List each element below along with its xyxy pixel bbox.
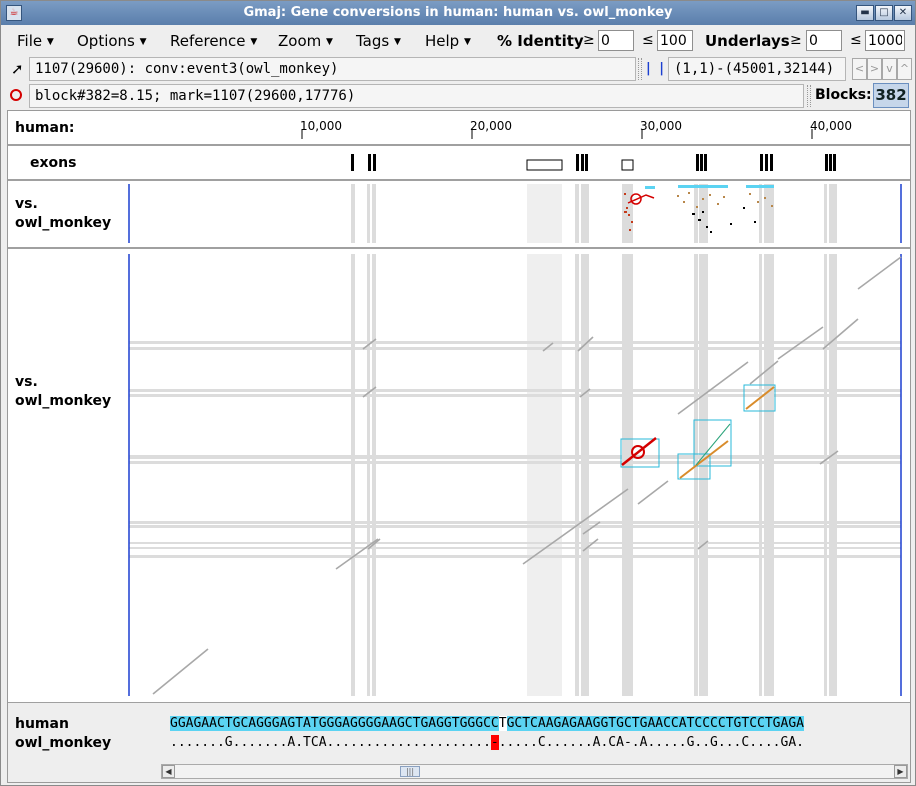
chevron-down-icon: ▼ xyxy=(394,37,401,47)
dotplot-row: vs. owl_monkey xyxy=(8,249,910,703)
menu-file[interactable]: File ▼ xyxy=(17,32,54,50)
other-seq-cursor: - xyxy=(490,735,499,750)
menu-help[interactable]: Help ▼ xyxy=(425,32,471,50)
percent-identity-label: % Identity xyxy=(497,32,584,50)
menu-file-label: File xyxy=(17,32,43,50)
chevron-down-icon: ▼ xyxy=(250,37,258,47)
ref-sequence-name: human xyxy=(15,716,69,732)
other-sequence[interactable]: .......G.......A.TCA....................… xyxy=(170,734,901,752)
ruler-svg: 10,000 20,000 30,000 40,000 xyxy=(300,119,852,139)
main-panel: human: 10,00020,00030,00040,000 exons xyxy=(7,110,911,783)
utr-box[interactable] xyxy=(526,159,563,171)
close-button[interactable]: ✕ xyxy=(894,5,912,21)
ref-seq-cursor: T xyxy=(498,716,507,731)
pip-plot[interactable] xyxy=(8,181,910,247)
up-button[interactable]: ^ xyxy=(897,58,912,80)
menu-zoom[interactable]: Zoom ▼ xyxy=(278,32,333,50)
scroll-thumb[interactable]: ||| xyxy=(400,766,420,777)
chevron-down-icon: ▼ xyxy=(326,37,333,47)
range-readout: (1,1)-(45001,32144) xyxy=(668,57,846,81)
title-bar[interactable]: ☕ Gmaj: Gene conversions in human: human… xyxy=(1,1,915,25)
menu-reference-label: Reference xyxy=(170,32,246,50)
down-button[interactable]: v xyxy=(882,58,897,80)
underlays-max-input[interactable] xyxy=(865,30,905,51)
pip-row: vs. owl_monkey xyxy=(8,181,910,249)
menu-options[interactable]: Options ▼ xyxy=(77,32,147,50)
menu-zoom-label: Zoom xyxy=(278,32,322,50)
split-handle[interactable] xyxy=(807,85,811,107)
chevron-down-icon: ▼ xyxy=(46,37,54,47)
split-handle[interactable] xyxy=(638,58,642,80)
other-seq-left: .......G.......A.TCA....................… xyxy=(170,735,491,750)
mouse-pointer-icon: ➚ xyxy=(11,60,24,78)
exons-row: exons xyxy=(8,146,910,181)
mark-circle-icon xyxy=(10,89,22,101)
other-seq-right: .....C......A.CA-.A.....G..G...C....GA. xyxy=(498,735,804,750)
vertical-underlays xyxy=(351,254,837,696)
ref-seq-left: GGAGAACTGCAGGGAGTATGGGAGGGGAAGCTGAGGTGGG… xyxy=(170,716,499,731)
block-readout: block#382=8.15; mark=1107(29600,17776) xyxy=(29,84,804,108)
pid-max-input[interactable] xyxy=(657,30,693,51)
dotplot[interactable] xyxy=(8,249,910,701)
window-title: Gmaj: Gene conversions in human: human v… xyxy=(243,5,673,20)
scroll-left-icon[interactable]: ◀ xyxy=(162,765,175,778)
mark-icon: | | xyxy=(646,61,667,76)
ge-symbol: ≥ xyxy=(790,32,802,48)
ruler-tick-label-3: 30,000 xyxy=(640,119,682,133)
pid-min-input[interactable] xyxy=(598,30,634,51)
ref-seq-right: GCTCAAGAGAAGGTGCTGAACCATCCCCTGTCCTGAGA xyxy=(506,716,804,731)
ruler-tick-label-2: 20,000 xyxy=(470,119,512,133)
ge-symbol: ≥ xyxy=(583,32,595,48)
back-button[interactable]: < xyxy=(852,58,867,80)
ruler-row: human: 10,000 20,000 30,000 40,000 xyxy=(8,111,910,146)
menu-tags[interactable]: Tags ▼ xyxy=(356,32,401,50)
le-symbol: ≤ xyxy=(642,32,654,48)
maximize-button[interactable]: □ xyxy=(875,5,893,21)
forward-button[interactable]: > xyxy=(867,58,882,80)
position-readout: 1107(29600): conv:event3(owl_monkey) xyxy=(29,57,636,81)
exons-svg xyxy=(351,154,836,171)
chevron-down-icon: ▼ xyxy=(139,37,147,47)
underlays-label: Underlays xyxy=(705,32,790,50)
le-symbol: ≤ xyxy=(850,32,862,48)
menu-tags-label: Tags xyxy=(356,32,390,50)
chevron-down-icon: ▼ xyxy=(463,37,471,47)
gmaj-window: ☕ Gmaj: Gene conversions in human: human… xyxy=(0,0,916,786)
block-bar: block#382=8.15; mark=1107(29600,17776) B… xyxy=(1,83,915,109)
sequence-scrollbar[interactable]: ◀ ||| ▶ xyxy=(161,764,908,779)
ruler-tick-label-4: 40,000 xyxy=(810,119,852,133)
ref-sequence[interactable]: GGAGAACTGCAGGGAGTATGGGAGGGGAAGCTGAGGTGGG… xyxy=(170,715,901,733)
position-bar: ➚ 1107(29600): conv:event3(owl_monkey) |… xyxy=(1,56,915,82)
menu-help-label: Help xyxy=(425,32,460,50)
underlays-min-input[interactable] xyxy=(806,30,842,51)
scroll-right-icon[interactable]: ▶ xyxy=(894,765,907,778)
horizontal-underlays xyxy=(129,341,901,558)
blocks-count: 382 xyxy=(873,83,909,108)
other-sequence-name: owl_monkey xyxy=(15,735,112,751)
minimize-button[interactable]: ▬ xyxy=(856,5,874,21)
ruler-tick-label-1: 10,000 xyxy=(300,119,342,133)
menu-reference[interactable]: Reference ▼ xyxy=(170,32,257,50)
exon-bars[interactable] xyxy=(351,154,836,171)
utr-box-small[interactable] xyxy=(621,159,634,171)
menu-options-label: Options xyxy=(77,32,135,50)
blocks-label: Blocks: xyxy=(815,87,872,103)
sequence-panel: human owl_monkey GGAGAACTGCAGGGAGTATGGGA… xyxy=(8,703,910,782)
menu-bar: File ▼ Options ▼ Reference ▼ Zoom ▼ Tags… xyxy=(1,27,915,55)
